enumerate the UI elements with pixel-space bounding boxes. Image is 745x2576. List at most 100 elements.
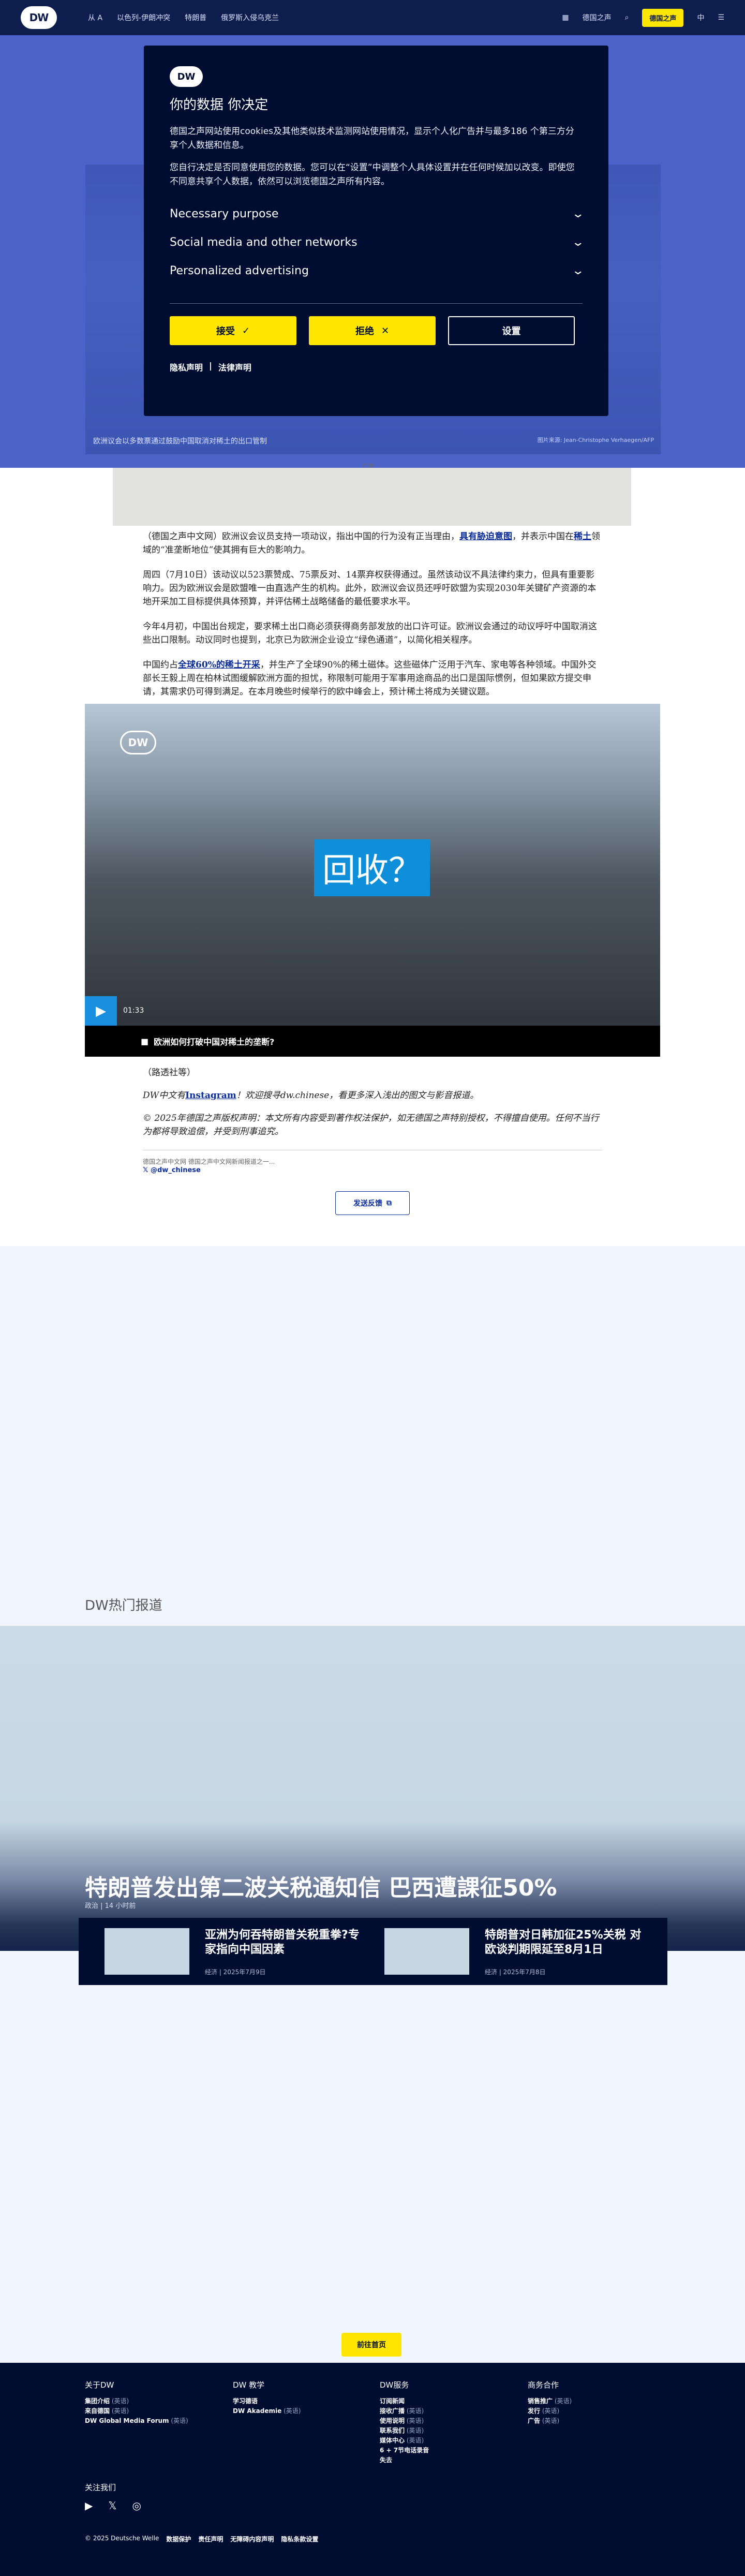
nav-right: ▦ 德国之声 ⌕ 德国之声 中 ☰ (562, 8, 724, 27)
menu-icon[interactable]: ☰ (718, 13, 724, 22)
accordion-label: Personalized advertising (170, 264, 309, 277)
teaser-title: 亚洲为何吞特朗普关税重拳?专家指向中国因素 (205, 1929, 360, 1956)
footer-col-title: 商务合作 (528, 2380, 559, 2390)
footer-legal-link[interactable]: 隐私条款设置 (281, 2535, 318, 2543)
video-camera-icon: ■ (141, 1036, 149, 1046)
footer-link[interactable]: 集团介绍 (英语) (85, 2396, 188, 2406)
video-player[interactable]: DW 回收？ ▶ 01:33 ■ 欧洲如何打破中国对稀土的垄断? (85, 704, 660, 1057)
footer-col-service: DW服务 订阅新闻 接收广播 (英语) 使用说明 (英语) 联系我们 (英语) … (380, 2380, 429, 2465)
video-title: 欧洲如何打破中国对稀土的垄断? (154, 1037, 275, 1047)
footer-col-title: 关于DW (85, 2380, 114, 2390)
reject-button[interactable]: 拒绝 ✕ (309, 316, 436, 345)
article-paragraph: 周四（7月10日）该动议以523票赞成、75票反对、14票弃权获得通过。虽然该动… (143, 570, 597, 607)
footer-link[interactable]: 订阅新闻 (380, 2396, 429, 2406)
footer-link[interactable]: 使用说明 (英语) (380, 2416, 429, 2426)
consent-logo: DW (170, 66, 203, 87)
footer-link[interactable]: 失去 (380, 2455, 429, 2465)
footer-link[interactable]: 联系我们 (英语) (380, 2426, 429, 2436)
footer-link[interactable]: DW Akademie (英语) (233, 2406, 301, 2416)
footer-col-title: DW服务 (380, 2380, 409, 2390)
consent-paragraph-2: 您自行决定是否同意使用您的数据。您可以在“设置”中调整个人具体设置并在任何时候加… (170, 162, 575, 187)
hot-headline[interactable]: 特朗普发出第二波关税通知信 巴西遭課征50% (85, 1869, 557, 1902)
nav-link-2[interactable]: 以色列-伊朗冲突 (117, 12, 170, 23)
footer-link[interactable]: 销售推广 (英语) (528, 2396, 572, 2406)
check-icon: ✓ (242, 325, 250, 336)
footer-link[interactable]: 6 + 7节电话录音 (380, 2446, 429, 2455)
article-footer: （路透社等） DW中文有Instagram！欢迎搜寻dw.chinese，看更多… (143, 1066, 602, 1148)
accordion-social[interactable]: Social media and other networks ⌄ (170, 236, 585, 249)
instagram-link[interactable]: Instagram (185, 1090, 236, 1101)
footer-link[interactable]: 广告 (英语) (528, 2416, 572, 2426)
nav-right-link[interactable]: 德国之声 (583, 12, 612, 23)
teaser-card[interactable]: 亚洲为何吞特朗普关税重拳?专家指向中国因素 经济 | 2025年7月9日 (105, 1928, 362, 1976)
video-dw-logo: DW (120, 731, 156, 754)
social-links: ▶ 𝕏 ◎ (85, 2499, 141, 2512)
dw-logo[interactable]: DW (21, 6, 57, 29)
settings-button[interactable]: 设置 (448, 316, 575, 345)
settings-label: 设置 (502, 326, 521, 337)
close-icon: ✕ (381, 325, 390, 336)
article-link[interactable]: 稀土 (574, 531, 591, 542)
x-icon: 𝕏 (143, 1166, 151, 1174)
hero-caption: 欧洲议会以多数票通过鼓励中国取消对稀土的出口管制 (93, 437, 267, 446)
accordion-label: Social media and other networks (170, 236, 357, 249)
legal-link[interactable]: 法律声明 (218, 361, 251, 373)
copy-icon: ⧉ (386, 1199, 392, 1207)
footer-legal-link[interactable]: 数据保护 (166, 2535, 191, 2543)
accordion-advertising[interactable]: Personalized advertising ⌄ (170, 264, 585, 277)
footer-link[interactable]: 媒体中心 (英语) (380, 2436, 429, 2446)
hot-cards: 亚洲为何吞特朗普关税重拳?专家指向中国因素 经济 | 2025年7月9日 特朗普… (79, 1918, 667, 1985)
footer-legal-link[interactable]: 无障碍内容声明 (230, 2535, 274, 2543)
footer-legal-link[interactable]: 责任声明 (198, 2535, 223, 2543)
teaser-meta: 经济 | 2025年7月8日 (485, 1968, 546, 1976)
search-icon[interactable]: ⌕ (625, 13, 629, 22)
hot-section-title: DW热门报道 (85, 1598, 162, 1613)
chevron-down-icon: ⌄ (571, 208, 585, 220)
footer-link[interactable]: 来自德国 (英语) (85, 2406, 188, 2416)
article-body: （德国之声中文网）欧洲议会议员支持一项动议，指出中国的行为没有正当理由，具有胁迫… (143, 530, 602, 710)
accordion-necessary[interactable]: Necessary purpose ⌄ (170, 208, 585, 220)
nav-links: 从 A 以色列-伊朗冲突 特朗普 俄罗斯入侵乌克兰 (88, 12, 279, 23)
play-icon[interactable]: ▶ (85, 996, 117, 1026)
video-overlay-text: 回收？ (314, 839, 430, 896)
privacy-link[interactable]: 隐私声明 (170, 361, 203, 373)
follow-us-title: 关注我们 (85, 2483, 116, 2492)
hero-credit: 图片来源: Jean-Christophe Verhaegen/AFP (537, 437, 654, 443)
x-handle[interactable]: 𝕏 @dw_chinese (143, 1166, 201, 1174)
accept-button[interactable]: 接受 ✓ (170, 316, 296, 345)
video-duration: 01:33 (123, 1006, 144, 1015)
instagram-promo: DW中文有Instagram！欢迎搜寻dw.chinese，看更多深入浅出的图文… (143, 1090, 479, 1101)
language-icon[interactable]: 中 (697, 12, 704, 23)
teaser-thumbnail (105, 1928, 189, 1975)
footer-link[interactable]: 接收广播 (英语) (380, 2406, 429, 2416)
youtube-icon[interactable]: ▶ (85, 2499, 93, 2512)
consent-dialog: DW 你的数据 你决定 德国之声网站使用cookies及其他类似技术监测网站使用… (144, 46, 608, 416)
consent-divider (170, 303, 583, 304)
teaser-card[interactable]: 特朗普对日韩加征25%关税 对欧谈判期限延至8月1日 经济 | 2025年7月8… (384, 1928, 642, 1976)
x-icon[interactable]: 𝕏 (108, 2499, 116, 2512)
teaser-thumbnail (384, 1928, 469, 1975)
footer-link[interactable]: DW Global Media Forum (英语) (85, 2416, 188, 2426)
live-button[interactable]: 德国之声 (642, 8, 684, 27)
hot-meta: 政治 | 14 小时前 (85, 1902, 136, 1910)
nav-link-4[interactable]: 俄罗斯入侵乌克兰 (221, 12, 279, 23)
homepage-button[interactable]: 前往首页 (341, 2333, 401, 2357)
nav-link-1[interactable]: 从 A (88, 12, 102, 23)
article-link[interactable]: 全球60%的稀土开采 (178, 660, 260, 670)
article-link[interactable]: 具有胁迫意图 (459, 531, 512, 542)
article-paragraph: （德国之声中文网）欧洲议会议员支持一项动议，指出中国的行为没有正当理由，具有胁迫… (143, 531, 600, 555)
consent-legal-links: 隐私声明 | 法律声明 (170, 361, 583, 373)
consent-title: 你的数据 你决定 (170, 97, 269, 113)
article-paragraph: 今年4月初，中国出台规定，要求稀土出口商必须获得商务部发放的出口许可证。欧洲议会… (143, 621, 597, 645)
ad-slot (113, 468, 631, 526)
video-title-bar: ■ 欧洲如何打破中国对稀土的垄断? (85, 1026, 660, 1057)
instagram-icon[interactable]: ◎ (132, 2499, 141, 2512)
send-feedback-button[interactable]: 发送反馈 ⧉ (335, 1191, 410, 1215)
footer-link[interactable]: 发行 (英语) (528, 2406, 572, 2416)
grid-icon[interactable]: ▦ (562, 13, 569, 22)
consent-buttons: 接受 ✓ 拒绝 ✕ 设置 (170, 316, 583, 345)
teaser-title: 特朗普对日韩加征25%关税 对欧谈判期限延至8月1日 (485, 1929, 642, 1956)
nav-link-3[interactable]: 特朗普 (185, 12, 206, 23)
teaser-meta: 经济 | 2025年7月9日 (205, 1968, 266, 1976)
footer-link[interactable]: 学习德语 (233, 2396, 301, 2406)
